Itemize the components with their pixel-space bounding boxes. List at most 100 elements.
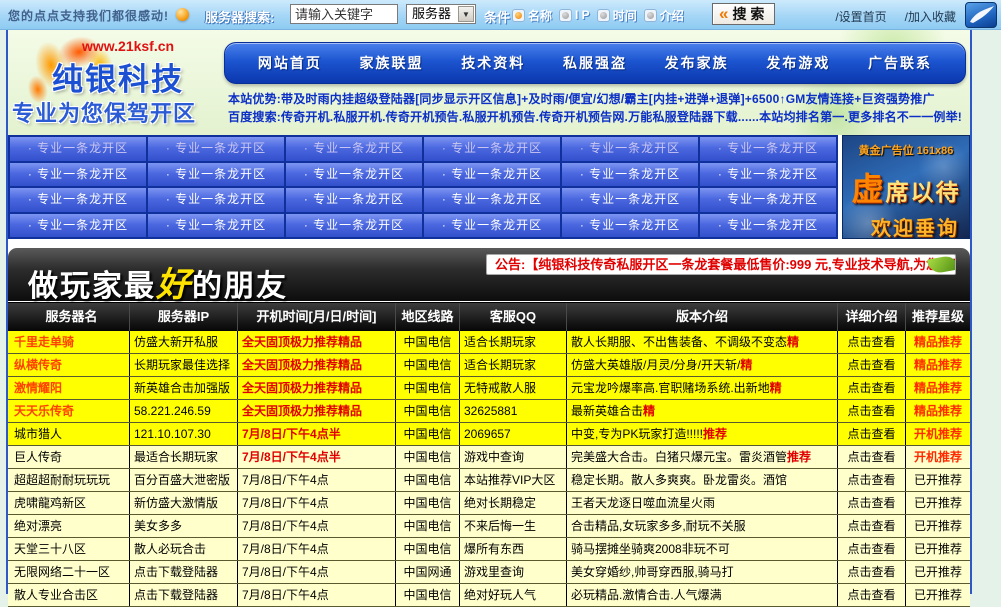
detail-link[interactable]: 点击查看 xyxy=(838,423,906,445)
star-level: 开机推荐 xyxy=(906,423,970,445)
version-intro: 稳定长期。散人多爽爽。卧龙雷炎。酒馆 xyxy=(567,469,838,491)
column-header: 地区线路 xyxy=(396,303,460,331)
open-time: 7月/8日/下午4点 xyxy=(238,538,396,560)
detail-link[interactable]: 点击查看 xyxy=(838,377,906,399)
search-condition-radio[interactable]: 介绍 xyxy=(644,7,684,24)
nav-item[interactable]: 发布游戏 xyxy=(766,53,830,73)
server-name[interactable]: 激情耀阳 xyxy=(8,377,130,399)
one-stop-service-link[interactable]: · 专业一条龙开区 xyxy=(562,137,698,161)
region-line: 中国电信 xyxy=(396,354,460,376)
corner-quill-icon[interactable] xyxy=(965,2,997,28)
one-stop-service-link[interactable]: · 专业一条龙开区 xyxy=(148,137,284,161)
version-intro: 中变,专为PK玩家打造!!!!!推荐 xyxy=(567,423,838,445)
search-condition-radio[interactable]: I P xyxy=(559,8,590,22)
gold-ad-banner[interactable]: 黄金广告位 161x86 虚席以待 欢迎垂询 xyxy=(842,135,970,239)
version-intro: 元宝龙吟爆率高.官职赌场系统.出新地精 xyxy=(567,377,838,399)
radio-icon[interactable] xyxy=(644,9,657,22)
one-stop-service-link[interactable]: · 专业一条龙开区 xyxy=(700,163,836,187)
set-homepage-link[interactable]: /设置首页 xyxy=(835,8,886,25)
one-stop-service-link[interactable]: · 专业一条龙开区 xyxy=(424,188,560,212)
radio-icon[interactable] xyxy=(512,9,525,22)
open-time: 7月/8日/下午4点 xyxy=(238,492,396,514)
search-type-select[interactable]: 服务器 ▼ xyxy=(406,4,476,24)
open-time: 全天固顶极力推荐精品 xyxy=(238,354,396,376)
one-stop-service-link[interactable]: · 专业一条龙开区 xyxy=(286,163,422,187)
add-favorite-link[interactable]: /加入收藏 xyxy=(905,8,956,25)
one-stop-service-link[interactable]: · 专业一条龙开区 xyxy=(424,214,560,238)
search-input[interactable] xyxy=(290,4,398,24)
one-stop-service-link[interactable]: · 专业一条龙开区 xyxy=(700,137,836,161)
detail-link[interactable]: 点击查看 xyxy=(838,561,906,583)
one-stop-service-link[interactable]: · 专业一条龙开区 xyxy=(148,163,284,187)
detail-link[interactable]: 点击查看 xyxy=(838,400,906,422)
server-name[interactable]: 纵横传奇 xyxy=(8,354,130,376)
version-intro: 合击精品,女玩家多多,耐玩不关服 xyxy=(567,515,838,537)
column-header: 版本介绍 xyxy=(567,303,838,331)
nav-item[interactable]: 家族联盟 xyxy=(360,53,424,73)
nav-item[interactable]: 广告联系 xyxy=(868,53,932,73)
nav-item[interactable]: 技术资料 xyxy=(461,53,525,73)
open-time: 7月/8日/下午4点 xyxy=(238,584,396,606)
server-name[interactable]: 虎啸龍鸡新区 xyxy=(8,492,130,514)
one-stop-service-link[interactable]: · 专业一条龙开区 xyxy=(562,163,698,187)
detail-link[interactable]: 点击查看 xyxy=(838,515,906,537)
star-level: 精品推荐 xyxy=(906,400,970,422)
detail-link[interactable]: 点击查看 xyxy=(838,584,906,606)
detail-link[interactable]: 点击查看 xyxy=(838,331,906,353)
service-qq: 游戏中查询 xyxy=(460,446,567,468)
detail-link[interactable]: 点击查看 xyxy=(838,446,906,468)
server-name[interactable]: 无限网络二十一区 xyxy=(8,561,130,583)
search-condition-radio[interactable]: 名称 xyxy=(512,7,552,24)
one-stop-service-link[interactable]: · 专业一条龙开区 xyxy=(424,163,560,187)
version-intro-highlight: 推荐 xyxy=(703,427,727,441)
chevron-down-icon[interactable]: ▼ xyxy=(458,6,474,22)
version-intro: 美女穿婚纱,帅哥穿西服,骑马打 xyxy=(567,561,838,583)
server-name[interactable]: 绝对漂亮 xyxy=(8,515,130,537)
column-header: 客服QQ xyxy=(460,303,567,331)
version-intro-highlight: 精 xyxy=(740,358,752,372)
table-row: 巨人传奇 最适合长期玩家 7月/8日/下午4点半 中国电信 游戏中查询 完美盛大… xyxy=(8,446,970,469)
one-stop-service-link[interactable]: · 专业一条龙开区 xyxy=(700,188,836,212)
version-intro-text: 完美盛大合击。白猪只爆元宝。雷炎酒管 xyxy=(571,450,787,464)
one-stop-service-link[interactable]: · 专业一条龙开区 xyxy=(10,163,146,187)
one-stop-service-link[interactable]: · 专业一条龙开区 xyxy=(286,214,422,238)
radio-icon[interactable] xyxy=(597,9,610,22)
page-content: www.21ksf.cn 纯银科技 专业为您保驾开区 网站首页 家族联盟 技术资… xyxy=(6,30,972,594)
one-stop-service-link[interactable]: · 专业一条龙开区 xyxy=(286,137,422,161)
detail-link[interactable]: 点击查看 xyxy=(838,354,906,376)
version-intro-highlight: 精 xyxy=(770,381,782,395)
server-name[interactable]: 散人专业合击区 xyxy=(8,584,130,606)
nav-item[interactable]: 发布家族 xyxy=(665,53,729,73)
one-stop-service-link[interactable]: · 专业一条龙开区 xyxy=(148,188,284,212)
server-name[interactable]: 千里走单骑 xyxy=(8,331,130,353)
one-stop-service-link[interactable]: · 专业一条龙开区 xyxy=(700,214,836,238)
server-ip: 58.221.246.59 xyxy=(130,400,238,422)
radio-icon[interactable] xyxy=(559,9,572,22)
one-stop-service-link[interactable]: · 专业一条龙开区 xyxy=(10,188,146,212)
version-intro: 散人长期服、不出售装备、不调级不变态精 xyxy=(567,331,838,353)
server-name[interactable]: 天堂三十八区 xyxy=(8,538,130,560)
table-body: 千里走单骑 仿盛大新开私服 全天固顶极力推荐精品 中国电信 适合长期玩家 散人长… xyxy=(8,331,970,607)
server-name[interactable]: 巨人传奇 xyxy=(8,446,130,468)
detail-link[interactable]: 点击查看 xyxy=(838,469,906,491)
nav-item[interactable]: 网站首页 xyxy=(258,53,322,73)
server-name[interactable]: 城市猎人 xyxy=(8,423,130,445)
server-name[interactable]: 天天乐传奇 xyxy=(8,400,130,422)
one-stop-service-link[interactable]: · 专业一条龙开区 xyxy=(424,137,560,161)
search-condition-radio[interactable]: 时间 xyxy=(597,7,637,24)
server-ip: 最适合长期玩家 xyxy=(130,446,238,468)
announcement-marquee[interactable]: 公告:【纯银科技传奇私服开区一条龙套餐最低售价:999 元,专业技术导航,为您保… xyxy=(486,254,956,275)
server-name[interactable]: 超超超耐耐玩玩玩 xyxy=(8,469,130,491)
one-stop-service-link[interactable]: · 专业一条龙开区 xyxy=(10,137,146,161)
server-ip: 仿盛大新开私服 xyxy=(130,331,238,353)
nav-item[interactable]: 私服强盗 xyxy=(563,53,627,73)
one-stop-service-link[interactable]: · 专业一条龙开区 xyxy=(562,188,698,212)
search-button[interactable]: « 搜 索 xyxy=(712,3,775,25)
one-stop-service-link[interactable]: · 专业一条龙开区 xyxy=(148,214,284,238)
one-stop-service-link[interactable]: · 专业一条龙开区 xyxy=(286,188,422,212)
title-band: 做玩家最好的朋友 公告:【纯银科技传奇私服开区一条龙套餐最低售价:999 元,专… xyxy=(8,248,970,301)
detail-link[interactable]: 点击查看 xyxy=(838,492,906,514)
detail-link[interactable]: 点击查看 xyxy=(838,538,906,560)
one-stop-service-link[interactable]: · 专业一条龙开区 xyxy=(562,214,698,238)
one-stop-service-link[interactable]: · 专业一条龙开区 xyxy=(10,214,146,238)
